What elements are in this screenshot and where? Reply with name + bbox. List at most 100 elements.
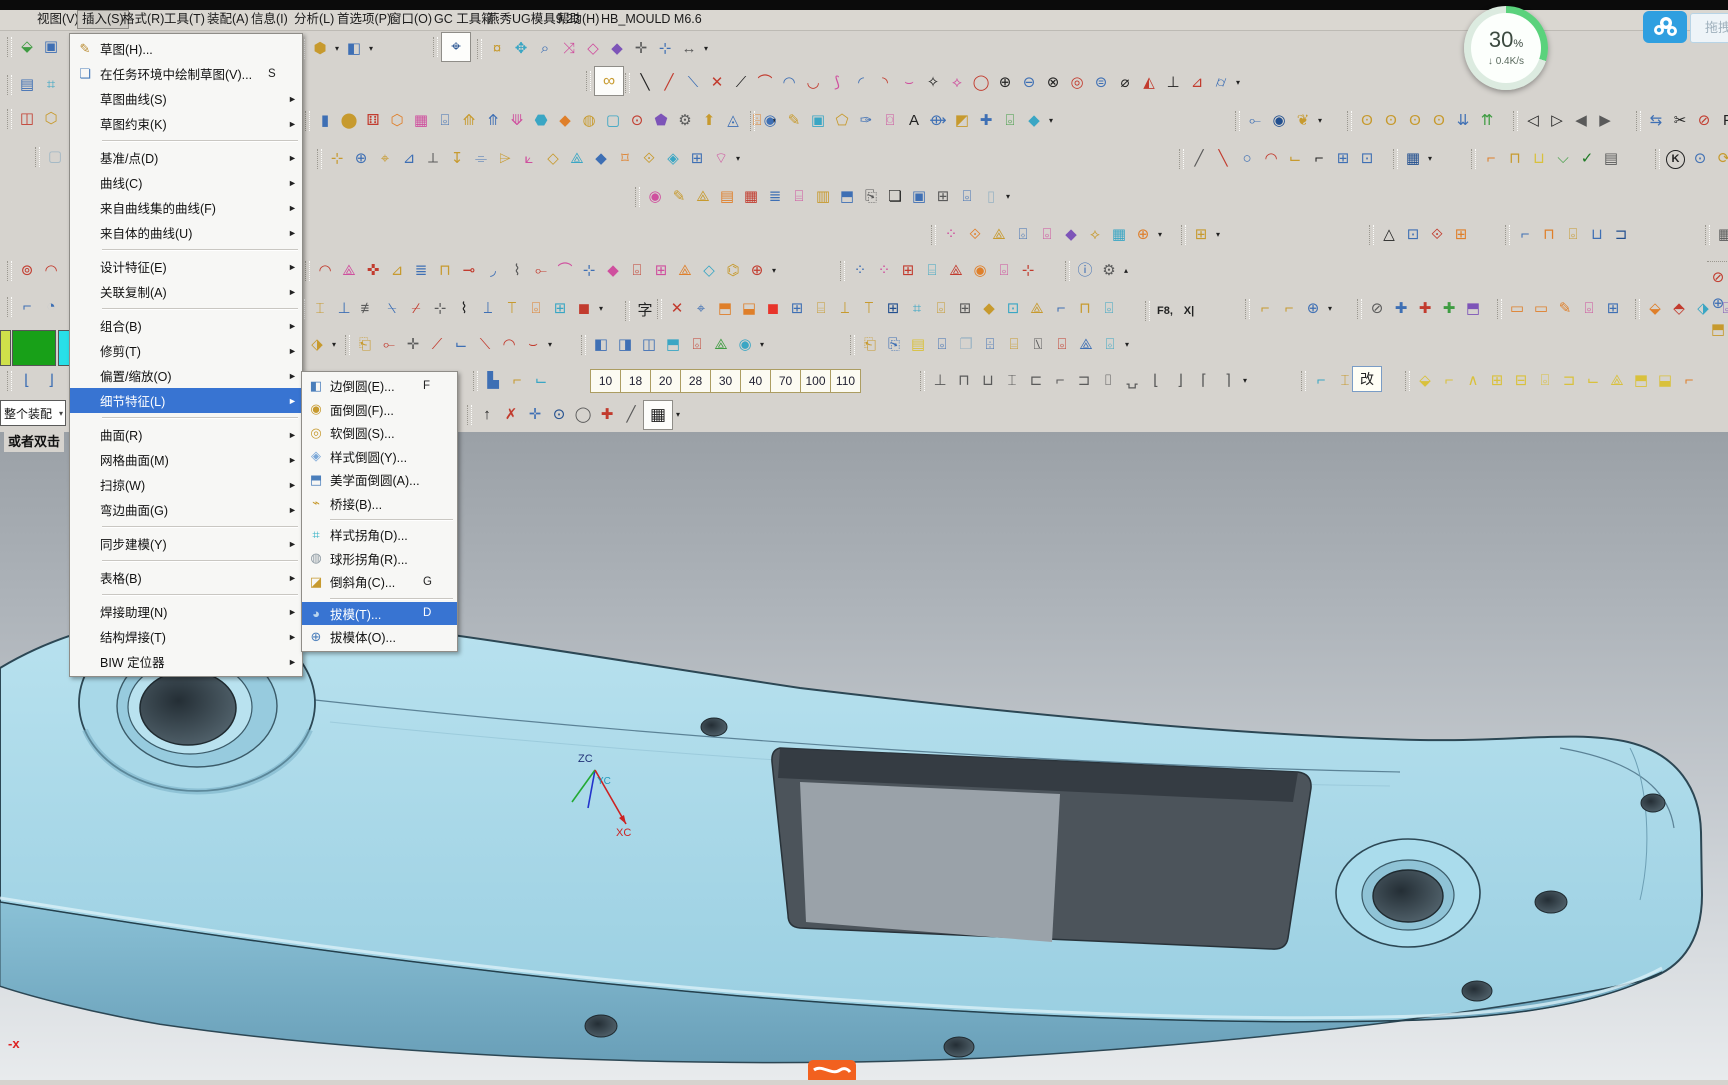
toolbar-icon[interactable]: ⟋ bbox=[729, 70, 753, 96]
toolbar-icon[interactable]: ⊐ bbox=[1072, 368, 1096, 394]
toolbar-icon[interactable]: ⌐ bbox=[1513, 222, 1537, 248]
toolbar-icon[interactable]: ⁘ bbox=[872, 258, 896, 284]
toolbar-icon[interactable]: ⌐ bbox=[1307, 146, 1331, 172]
toolbar-icon[interactable]: ⊞ bbox=[953, 296, 977, 322]
menubar-item-1[interactable]: 视图(V) bbox=[33, 11, 83, 28]
toolbar-icon[interactable]: ⟡ bbox=[945, 70, 969, 96]
toolbar-icon[interactable]: ⟘ bbox=[476, 296, 500, 322]
toolbar-icon[interactable]: ▾ bbox=[1425, 146, 1435, 172]
toolbar-icon[interactable]: ⎘ bbox=[882, 332, 906, 358]
toolbar-icon[interactable]: ⊓ bbox=[1503, 146, 1527, 172]
toolbar-icon[interactable]: ⊞ bbox=[1189, 222, 1213, 248]
toolbar-icon[interactable]: ▾ bbox=[596, 296, 606, 322]
toolbar-icon[interactable]: ≣ bbox=[409, 258, 433, 284]
toolbar-icon[interactable]: ⌐ bbox=[15, 294, 39, 320]
toolbar-icon[interactable]: ⊞ bbox=[881, 296, 905, 322]
menu-item-样式拐角[interactable]: ⌗样式拐角(D)... bbox=[302, 523, 457, 547]
toolbar-icon[interactable]: ✧ bbox=[921, 70, 945, 96]
toolbar-icon[interactable]: ⌻ bbox=[1533, 368, 1557, 394]
menu-item-草图曲线[interactable]: 草图曲线(S)► bbox=[70, 86, 302, 111]
toolbar-icon[interactable]: ⬙ bbox=[1643, 296, 1667, 322]
toolbar-icon[interactable]: ▦ bbox=[1401, 146, 1425, 172]
toolbar-icon[interactable]: ✛ bbox=[523, 402, 547, 428]
menubar-item-12[interactable]: 帮助(H) bbox=[553, 11, 603, 28]
toolbar-icon[interactable]: ⌹ bbox=[978, 332, 1002, 358]
toolbar-icon[interactable]: ⊔ bbox=[1527, 146, 1551, 172]
preset-value-button[interactable]: 28 bbox=[681, 369, 711, 393]
toolbar-icon[interactable]: ⌶ bbox=[308, 296, 332, 322]
toolbar-icon[interactable]: ⟘ bbox=[833, 296, 857, 322]
toolbar-icon[interactable]: ⬢ bbox=[308, 36, 332, 62]
toolbar-icon[interactable]: ❐ bbox=[954, 332, 978, 358]
toolbar-icon[interactable]: ⊙ bbox=[625, 108, 649, 134]
toolbar-icon[interactable]: ⊔ bbox=[1585, 222, 1609, 248]
menu-item-美学面倒圆[interactable]: ⬒美学面倒圆(A)... bbox=[302, 468, 457, 492]
toolbar-icon[interactable]: ✥ bbox=[509, 36, 533, 62]
menu-item-结构焊接[interactable]: 结构焊接(T)► bbox=[70, 624, 302, 649]
toolbar-icon[interactable]: ⊡ bbox=[1401, 222, 1425, 248]
toolbar-icon[interactable]: ▾ bbox=[1122, 332, 1132, 358]
preset-value-button[interactable]: 30 bbox=[711, 369, 741, 393]
toolbar-icon[interactable]: ⌐ bbox=[1277, 296, 1301, 322]
toolbar-icon[interactable]: ⌐ bbox=[1253, 296, 1277, 322]
toolbar-icon[interactable]: ⊕ bbox=[349, 146, 373, 172]
toolbar-icon[interactable]: ✕ bbox=[705, 70, 729, 96]
toolbar-icon[interactable]: ⟴ bbox=[926, 108, 950, 134]
menubar-item-7[interactable]: 分析(L) bbox=[290, 11, 338, 28]
toolbar-icon[interactable]: ✕ bbox=[665, 296, 689, 322]
toolbar-icon[interactable]: ⌸ bbox=[920, 258, 944, 284]
toolbar-icon[interactable]: ⊿ bbox=[385, 258, 409, 284]
toolbar-icon[interactable]: ◩ bbox=[950, 108, 974, 134]
toolbar-icon[interactable]: ⌑ bbox=[613, 146, 637, 172]
toolbar-icon[interactable]: ⊞ bbox=[1331, 146, 1355, 172]
search-icon[interactable]: ⌕ bbox=[533, 36, 557, 62]
toolbar-icon[interactable]: ▾ bbox=[673, 402, 683, 428]
toolbar-icon[interactable]: ⬒ bbox=[1706, 317, 1728, 343]
toolbar-icon[interactable]: ⌖ bbox=[373, 146, 397, 172]
toolbar-icon[interactable]: ▤ bbox=[1599, 146, 1623, 172]
menu-item-球形拐角[interactable]: ◍球形拐角(R)... bbox=[302, 547, 457, 571]
selection-scope-dropdown[interactable]: 整个装配 ▾ bbox=[0, 400, 66, 426]
toolbar-icon[interactable]: ⊖ bbox=[1017, 70, 1041, 96]
toolbar-icon[interactable]: ⌐ bbox=[1437, 368, 1461, 394]
toolbar-icon[interactable]: ⌻ bbox=[955, 184, 979, 210]
menu-item-来自体的曲线[interactable]: 来自体的曲线(U)► bbox=[70, 220, 302, 245]
toolbar-icon[interactable]: ⊹ bbox=[325, 146, 349, 172]
toolbar-icon[interactable]: ⬒ bbox=[1629, 368, 1653, 394]
toolbar-icon[interactable]: ⌼ bbox=[878, 108, 902, 134]
toolbar-icon[interactable]: ⍀ bbox=[380, 296, 404, 322]
toolbar-icon[interactable]: ⊕ bbox=[1706, 291, 1728, 317]
toolbar-icon[interactable]: ⬟ bbox=[649, 108, 673, 134]
snap-grid-icon[interactable]: ▦ bbox=[643, 400, 673, 430]
toolbar-icon[interactable]: ⊓ bbox=[433, 258, 457, 284]
toolbar-icon[interactable]: ▾ bbox=[1046, 108, 1056, 134]
toolbar-icon[interactable]: ⌖ bbox=[689, 296, 713, 322]
toolbar-icon[interactable]: ⊓ bbox=[1537, 222, 1561, 248]
toolbar-icon[interactable]: ⌐ bbox=[1049, 296, 1073, 322]
toolbar-icon[interactable]: ▾ bbox=[733, 146, 743, 172]
toolbar-icon[interactable]: ⊥ bbox=[928, 368, 952, 394]
toolbar-icon[interactable]: ⌲ bbox=[493, 146, 517, 172]
toolbar-icon[interactable]: ◫ bbox=[15, 106, 39, 132]
toolbar-icon[interactable]: ⊞ bbox=[785, 296, 809, 322]
toolbar-icon[interactable]: ✛ bbox=[401, 332, 425, 358]
toolbar-icon[interactable]: ⟁ bbox=[673, 258, 697, 284]
menu-item-网格曲面[interactable]: 网格曲面(M)► bbox=[70, 447, 302, 472]
toolbar-icon[interactable]: ⬓ bbox=[1653, 368, 1677, 394]
toolbar-icon[interactable]: ↔ bbox=[677, 36, 701, 62]
menu-item-基准/点[interactable]: 基准/点(D)► bbox=[70, 145, 302, 170]
menu-item-曲线[interactable]: 曲线(C)► bbox=[70, 170, 302, 195]
visibility-eye-icon[interactable]: ◉ bbox=[1267, 108, 1291, 134]
toolbar-icon[interactable]: ◉ bbox=[643, 184, 667, 210]
toolbar-icon[interactable]: ⊘ bbox=[1692, 108, 1716, 134]
toolbar-icon[interactable]: ⌔ bbox=[709, 146, 733, 172]
toolbar-icon[interactable]: ⊟ bbox=[1509, 368, 1533, 394]
f8-label[interactable]: F8, bbox=[1153, 298, 1177, 324]
bulb-icon[interactable]: ʘ bbox=[1355, 108, 1379, 134]
menu-item-面倒圆[interactable]: ◉面倒圆(F)... bbox=[302, 398, 457, 422]
toolbar-icon[interactable]: ⌇ bbox=[505, 258, 529, 284]
toolbar-icon[interactable]: ⌷ bbox=[1096, 368, 1120, 394]
toolbar-icon[interactable]: ▾ bbox=[1315, 108, 1325, 134]
toolbar-icon[interactable]: ◧ bbox=[342, 36, 366, 62]
toolbar-icon[interactable]: ⊚ bbox=[15, 258, 39, 284]
